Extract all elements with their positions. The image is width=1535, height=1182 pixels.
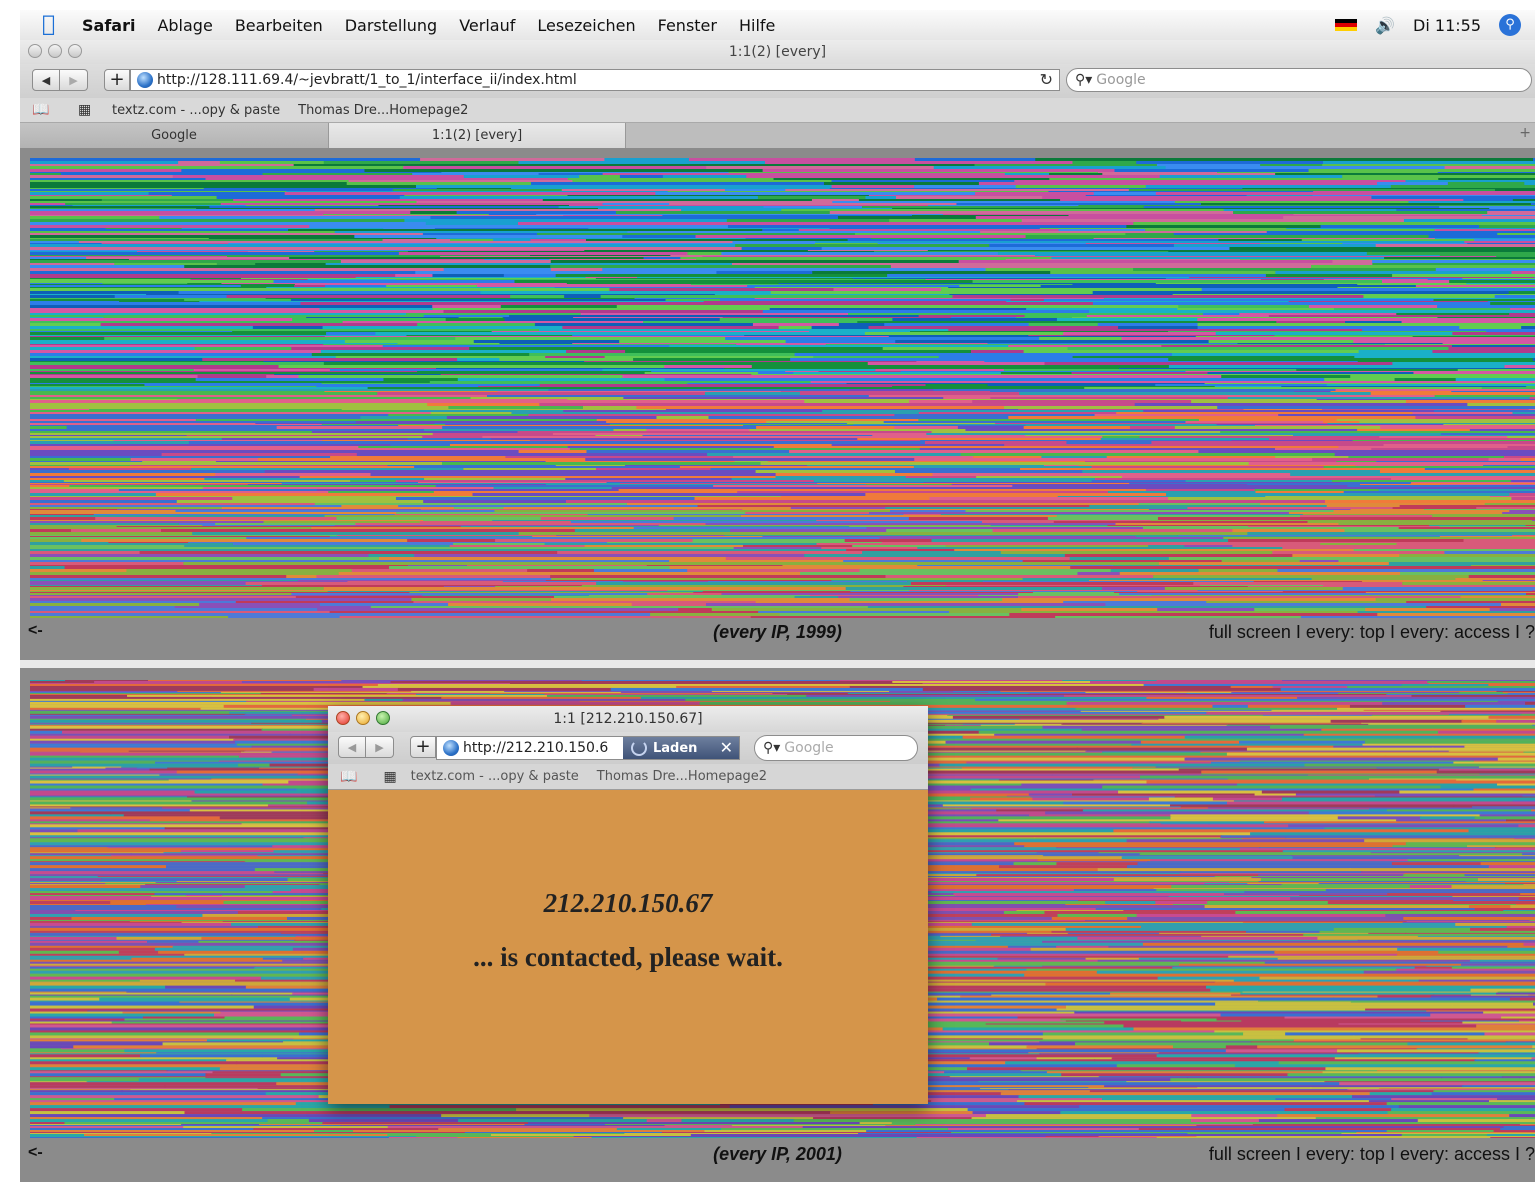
search-icon: ⚲▾ bbox=[1075, 72, 1093, 88]
forward-button[interactable]: ▶ bbox=[60, 69, 88, 91]
frame-caption-bar: <- (every IP, 2001) full screen I every:… bbox=[20, 1140, 1535, 1170]
menu-hilfe[interactable]: Hilfe bbox=[739, 16, 775, 35]
status-message: ... is contacted, please wait. bbox=[473, 942, 783, 972]
menu-fenster[interactable]: Fenster bbox=[658, 16, 717, 35]
popup-title-bar: 1:1 [212.210.150.67] bbox=[328, 706, 928, 732]
popup-toolbar: ◀ ▶ + http://212.210.150.6 Laden ✕ ⚲▾ Go… bbox=[328, 732, 928, 764]
book-icon[interactable]: 📖 bbox=[340, 769, 357, 785]
popup-bookmarks-bar: 📖 ▦ textz.com - ...opy & paste Thomas Dr… bbox=[328, 764, 928, 790]
tab-every[interactable]: 1:1(2) [every] bbox=[328, 123, 626, 148]
globe-icon bbox=[137, 72, 153, 88]
grid-icon[interactable]: ▦ bbox=[383, 769, 396, 785]
frame-links[interactable]: full screen I every: top I every: access… bbox=[1209, 622, 1535, 643]
bookmark-thomas[interactable]: Thomas Dre...Homepage2 bbox=[298, 103, 468, 118]
loading-label: Laden bbox=[653, 740, 698, 756]
popup-window: 1:1 [212.210.150.67] ◀ ▶ + http://212.21… bbox=[328, 706, 928, 1104]
title-bar: 1:1(2) [every] bbox=[20, 40, 1535, 64]
new-tab-icon[interactable]: + bbox=[1519, 125, 1531, 141]
loading-indicator: Laden ✕ bbox=[623, 737, 739, 759]
menu-bar:  Safari Ablage Bearbeiten Darstellung V… bbox=[20, 10, 1535, 40]
spinner-icon bbox=[631, 740, 647, 756]
search-field[interactable]: ⚲▾ Google bbox=[1066, 68, 1532, 92]
spotlight-icon[interactable]: ⚲ bbox=[1499, 14, 1521, 36]
back-button[interactable]: ◀ bbox=[32, 69, 60, 91]
menu-extras: 🔊 Di 11:55 ⚲ bbox=[1335, 10, 1521, 40]
nav-buttons: ◀ ▶ bbox=[338, 736, 394, 758]
nav-buttons: ◀ ▶ bbox=[32, 69, 88, 91]
add-bookmark-button[interactable]: + bbox=[410, 736, 436, 758]
bookmark-textz[interactable]: textz.com - ...opy & paste bbox=[112, 103, 280, 118]
popup-title: 1:1 [212.210.150.67] bbox=[553, 711, 703, 727]
book-icon[interactable]: 📖 bbox=[32, 103, 52, 117]
menu-verlauf[interactable]: Verlauf bbox=[459, 16, 515, 35]
popup-content: 212.210.150.67 ... is contacted, please … bbox=[328, 790, 928, 1104]
flag-icon[interactable] bbox=[1335, 19, 1358, 31]
menu-bearbeiten[interactable]: Bearbeiten bbox=[235, 16, 323, 35]
popup-search-field[interactable]: ⚲▾ Google bbox=[754, 735, 918, 761]
volume-icon[interactable]: 🔊 bbox=[1375, 16, 1395, 35]
frame-caption-bar: <- (every IP, 1999) full screen I every:… bbox=[20, 618, 1535, 648]
ip-visualization-1999[interactable] bbox=[30, 158, 1535, 618]
toolbar: ◀ ▶ + http://128.111.69.4/~jevbratt/1_to… bbox=[20, 64, 1535, 98]
popup-address-field[interactable]: http://212.210.150.6 Laden ✕ bbox=[436, 736, 740, 760]
frame-every-ip-1999: <- (every IP, 1999) full screen I every:… bbox=[20, 148, 1535, 660]
bookmark-textz[interactable]: textz.com - ...opy & paste bbox=[411, 769, 579, 784]
globe-icon bbox=[443, 740, 459, 756]
menu-app-safari[interactable]: Safari bbox=[82, 16, 135, 35]
grid-icon[interactable]: ▦ bbox=[78, 103, 98, 117]
reload-icon[interactable]: ↻ bbox=[1040, 70, 1053, 90]
window-title: 1:1(2) [every] bbox=[728, 44, 827, 60]
tab-bar: Google 1:1(2) [every] + bbox=[20, 122, 1535, 148]
menu-ablage[interactable]: Ablage bbox=[157, 16, 212, 35]
menu-lesezeichen[interactable]: Lesezeichen bbox=[537, 16, 635, 35]
menu-darstellung[interactable]: Darstellung bbox=[345, 16, 437, 35]
bookmarks-bar: 📖 ▦ textz.com - ...opy & paste Thomas Dr… bbox=[20, 98, 1535, 122]
add-bookmark-button[interactable]: + bbox=[104, 69, 130, 91]
color-stripes bbox=[30, 158, 1535, 618]
apple-icon[interactable]:  bbox=[42, 13, 64, 37]
clock[interactable]: Di 11:55 bbox=[1413, 16, 1481, 35]
address-text: http://128.111.69.4/~jevbratt/1_to_1/int… bbox=[157, 72, 577, 88]
search-placeholder: Google bbox=[784, 740, 834, 756]
search-placeholder: Google bbox=[1096, 72, 1146, 88]
search-icon: ⚲▾ bbox=[763, 740, 781, 756]
address-field[interactable]: http://128.111.69.4/~jevbratt/1_to_1/int… bbox=[130, 69, 1060, 91]
frame-links[interactable]: full screen I every: top I every: access… bbox=[1209, 1144, 1535, 1165]
bookmark-thomas[interactable]: Thomas Dre...Homepage2 bbox=[597, 769, 767, 784]
tab-google[interactable]: Google bbox=[20, 123, 328, 148]
back-button[interactable]: ◀ bbox=[338, 736, 366, 758]
popup-address-text: http://212.210.150.6 bbox=[463, 740, 609, 756]
ip-address: 212.210.150.67 bbox=[543, 888, 713, 918]
stop-icon[interactable]: ✕ bbox=[720, 738, 733, 757]
forward-button[interactable]: ▶ bbox=[366, 736, 394, 758]
frame-divider[interactable] bbox=[20, 660, 1535, 668]
